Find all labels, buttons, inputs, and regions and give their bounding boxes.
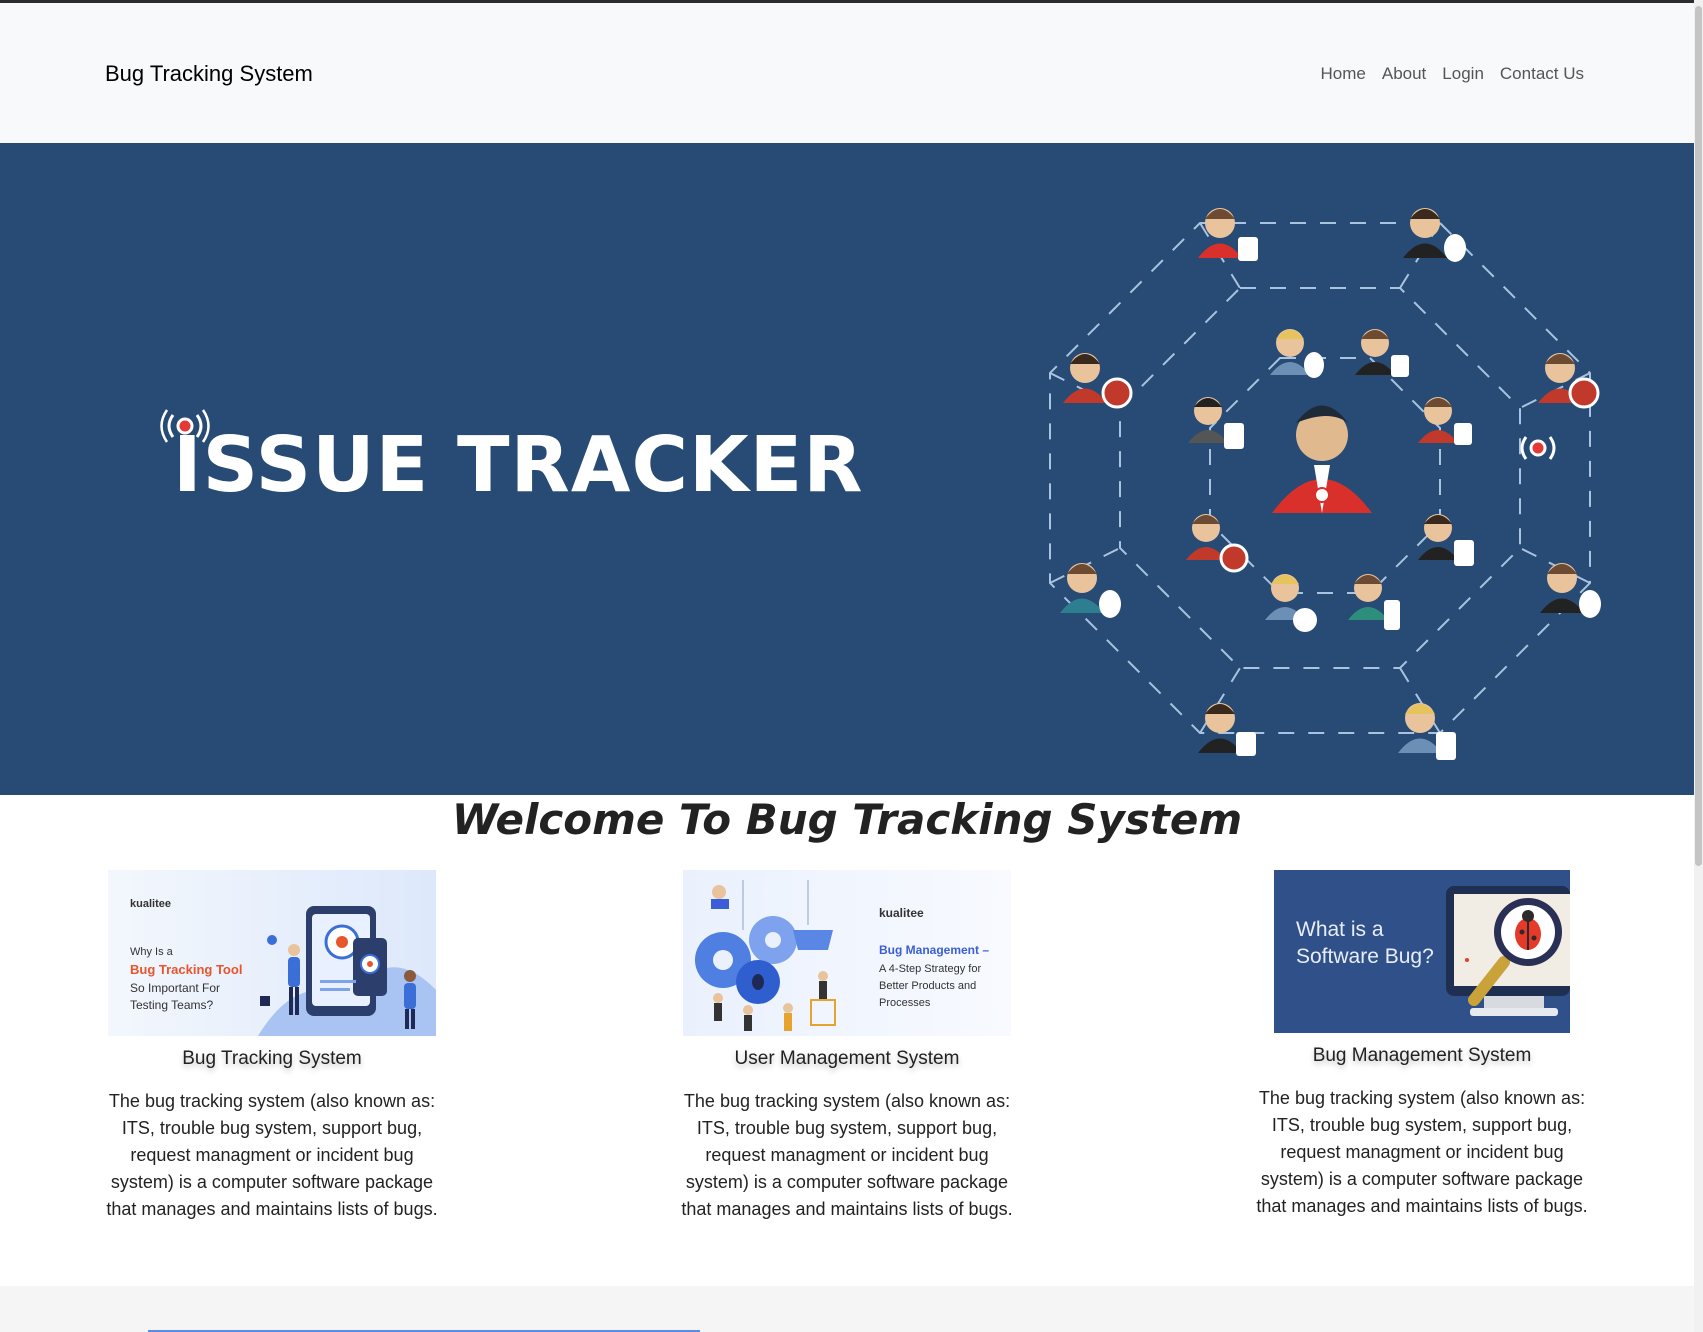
card-image-text: Testing Teams? [130,998,214,1012]
card-image-text: Bug Tracking Tool [130,962,243,977]
card-image-text: So Important For [130,981,221,995]
phone-bug-illustration [258,906,436,1036]
gears-team-illustration [695,880,836,1031]
feature-card: kualitee Why Is a Bug Tracking Tool So I… [92,870,452,1223]
feature-card: What is a Software Bug? Bug Management S… [1242,870,1602,1220]
card-image: kualitee Why Is a Bug Tracking Tool So I… [108,870,436,1036]
navbar: Bug Tracking System Home About Login Con… [0,3,1694,143]
scrollbar-thumb[interactable] [1695,6,1702,866]
card-image: kualitee Bug Management – A 4-Step Strat… [683,870,1011,1036]
nav-contact-us[interactable]: Contact Us [1500,64,1584,84]
card-title: User Management System [734,1048,960,1069]
kualitee-logo: kualitee [879,906,924,920]
brand-link[interactable]: Bug Tracking System [105,61,313,87]
footer-section [0,1286,1694,1332]
card-image-text: Processes [879,997,931,1009]
nav-about[interactable]: About [1382,64,1426,84]
feature-card: kualitee Bug Management – A 4-Step Strat… [667,870,1027,1223]
card-title: Bug Management System [1312,1045,1532,1066]
nav-login[interactable]: Login [1442,64,1484,84]
welcome-heading: Welcome To Bug Tracking System [451,795,1243,844]
card-image-text: Software Bug? [1296,945,1434,968]
nav-menu: Home About Login Contact Us [1321,64,1585,84]
card-image-text: Why Is a [130,946,173,958]
signal-icon-right [1520,436,1556,460]
team-network-illustration [1049,208,1601,760]
card-image-text: Bug Management – [879,943,990,957]
page-scrollbar[interactable] [1694,0,1703,1332]
hero-title: ISSUE TRACKER [173,421,864,510]
monitor-bug-illustration [1446,886,1570,1016]
card-image-text: Better Products and [879,980,977,992]
card-text: The bug tracking system (also known as: … [1256,1088,1588,1216]
nav-home[interactable]: Home [1321,64,1366,84]
card-image: What is a Software Bug? [1274,870,1570,1033]
center-person-icon [1272,405,1372,513]
card-text: The bug tracking system (also known as: … [106,1091,438,1219]
hero-banner: ISSUE TRACKER [0,143,1694,795]
card-image-text: A 4-Step Strategy for [879,963,982,975]
card-image-text: What is a [1296,918,1384,941]
card-title: Bug Tracking System [182,1048,362,1069]
card-text: The bug tracking system (also known as: … [681,1091,1013,1219]
kualitee-logo: kualitee [130,898,171,910]
